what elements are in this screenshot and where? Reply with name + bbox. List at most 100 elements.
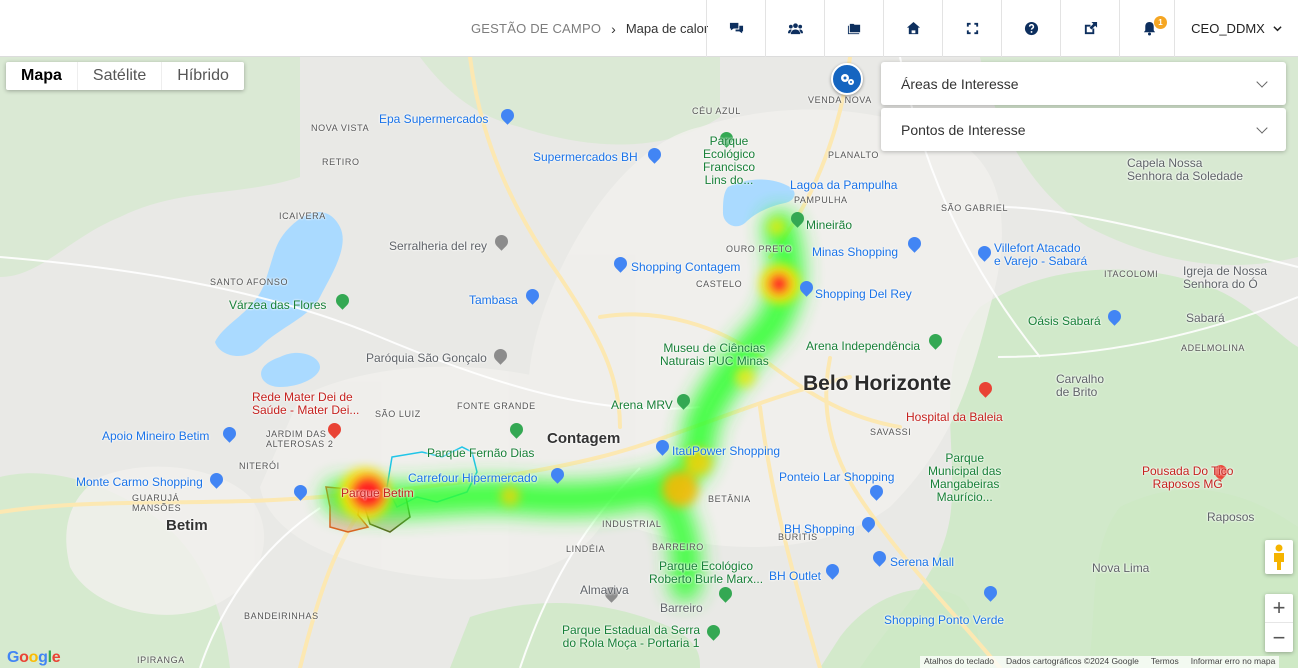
top-bar: GESTÃO DE CAMPO › Mapa de calor 1 CEO_DD… [0,0,1298,57]
map-label: LINDÉIA [566,544,606,554]
poi-label[interactable]: Oásis Sabará [1028,314,1101,328]
notifications-button[interactable]: 1 [1119,0,1178,57]
city-label: Betim [166,517,208,534]
map-label: ICAIVERA [279,211,326,221]
help-icon [1024,21,1038,36]
map-label: BANDEIRINHAS [244,611,319,621]
poi-label[interactable]: Lagoa da Pampulha [790,178,897,192]
folder-icon [847,23,860,35]
poi-label[interactable]: Mineirão [806,218,852,232]
poi-label[interactable]: Epa Supermercados [379,112,488,126]
map-label: BETÂNIA [708,494,751,504]
fullscreen-icon [966,22,978,35]
poi-label[interactable]: ItaúPower Shopping [672,444,780,458]
zoom-in-button[interactable]: + [1265,594,1293,623]
map-label: JARDIM DAS ALTEROSAS 2 [266,429,334,449]
poi-label[interactable]: Parque Estadual da Serra do Rola Moça - … [562,624,700,650]
terms-link[interactable]: Termos [1151,656,1179,668]
map-label: NITERÓI [239,461,280,471]
map-label: CASTELO [696,279,743,289]
poi-label[interactable]: Carrefour Hipermercado [408,471,537,485]
notification-badge: 1 [1154,16,1167,29]
chevron-down-icon [1256,75,1268,88]
poi-label[interactable]: Supermercados BH [533,150,638,164]
map-label: Carvalho de Brito [1056,372,1105,399]
poi-label[interactable]: Parque Fernão Dias [427,446,534,460]
poi-label[interactable]: Minas Shopping [812,245,898,259]
map-label: Almaviva [580,583,629,597]
map-label: RETIRO [322,157,360,167]
map-attribution: Atalhos do teclado Dados cartográficos ©… [920,656,1280,668]
poi-label[interactable]: Shopping Contagem [631,260,740,274]
poi-label[interactable]: Tambasa [469,293,518,307]
poi-label[interactable]: Arena MRV [611,398,673,412]
points-of-interest-label: Pontos de Interesse [901,121,1026,138]
pegman-icon [1274,544,1284,570]
folder-button[interactable] [824,0,883,57]
users-icon [787,23,803,35]
breadcrumb-current: Mapa de calor [625,21,709,36]
poi-label[interactable]: BH Outlet [769,569,821,583]
help-button[interactable] [1001,0,1060,57]
poi-label[interactable]: Várzea das Flores [229,298,326,312]
poi-label[interactable]: Paróquia São Gonçalo [366,351,487,365]
settings-fab[interactable] [831,63,863,95]
map-label: INDUSTRIAL [602,519,662,529]
map-type-map[interactable]: Mapa [6,62,78,90]
poi-label[interactable]: Serena Mall [890,555,954,569]
poi-label[interactable]: Arena Independência [806,339,920,353]
zoom-out-button[interactable]: − [1265,623,1293,652]
map-canvas[interactable]: NOVA VISTA RETIRO ICAIVERA SANTO AFONSO … [0,57,1298,668]
report-error-link[interactable]: Informar erro no mapa [1191,656,1276,668]
street-view-pegman[interactable] [1265,540,1293,574]
poi-label[interactable]: Pousada Do Tico Raposos MG [1142,465,1233,491]
map-label: Sabará [1186,311,1225,325]
map-label: SÃO GABRIEL [941,203,1009,213]
poi-label[interactable]: Parque Ecológico Francisco Lins do... [703,135,755,187]
breadcrumb-separator: › [611,20,616,37]
poi-label[interactable]: Museu de Ciências Naturais PUC Minas [660,342,769,368]
poi-label[interactable]: Parque Municipal das Mangabeiras Mauríci… [928,452,1001,504]
breadcrumb-root[interactable]: GESTÃO DE CAMPO [471,21,601,36]
home-button[interactable] [883,0,942,57]
map-label: IPIRANGA [137,655,185,665]
map-label: NOVA VISTA [311,123,370,133]
map-label: SÃO LUIZ [375,409,421,419]
user-menu[interactable]: CEO_DDMX [1174,0,1298,57]
map-type-hybrid[interactable]: Híbrido [162,62,244,90]
keyboard-shortcuts-link[interactable]: Atalhos do teclado [924,656,994,668]
poi-label[interactable]: BH Shopping [784,522,855,536]
poi-label[interactable]: Shopping Ponto Verde [884,613,1004,627]
map-data-text: Dados cartográficos ©2024 Google [1005,656,1139,666]
map-type-satellite[interactable]: Satélite [78,62,163,90]
poi-label[interactable]: Serralheria del rey [389,239,487,253]
areas-of-interest-label: Áreas de Interesse [901,75,1019,92]
poi-label[interactable]: Ponteio Lar Shopping [779,470,894,484]
poi-label[interactable]: Parque Ecológico Roberto Burle Marx... [649,560,763,586]
map-label: GUARUJÁ MANSÕES [132,493,182,513]
map-label: Raposos [1207,510,1255,524]
poi-label[interactable]: Parque Betim [341,486,414,500]
fullscreen-button[interactable] [942,0,1001,57]
poi-label[interactable]: Hospital da Baleia [906,410,1003,424]
map-label: VENDA NOVA [808,95,872,105]
map-label: ITACOLOMI [1104,269,1159,279]
poi-label[interactable]: Villefort Atacado e Varejo - Sabará [994,242,1087,268]
map-label: SAVASSI [870,427,912,437]
users-button[interactable] [765,0,824,57]
map-label: SANTO AFONSO [210,277,289,287]
poi-label[interactable]: Rede Mater Dei de Saúde - Mater Dei... [252,391,359,417]
areas-of-interest-dropdown[interactable]: Áreas de Interesse [881,62,1286,105]
poi-label[interactable]: Apoio Mineiro Betim [102,429,209,443]
zoom-control: + − [1265,594,1293,652]
poi-label[interactable]: Shopping Del Rey [815,287,912,301]
city-label: Belo Horizonte [803,372,952,395]
chevron-down-icon [1273,26,1282,32]
external-link-button[interactable] [1060,0,1119,57]
chat-button[interactable] [706,0,765,57]
points-of-interest-dropdown[interactable]: Pontos de Interesse [881,108,1286,151]
user-name: CEO_DDMX [1191,21,1265,36]
breadcrumb: GESTÃO DE CAMPO › Mapa de calor [471,0,708,57]
home-icon [906,21,920,35]
poi-label[interactable]: Monte Carmo Shopping [76,475,203,489]
